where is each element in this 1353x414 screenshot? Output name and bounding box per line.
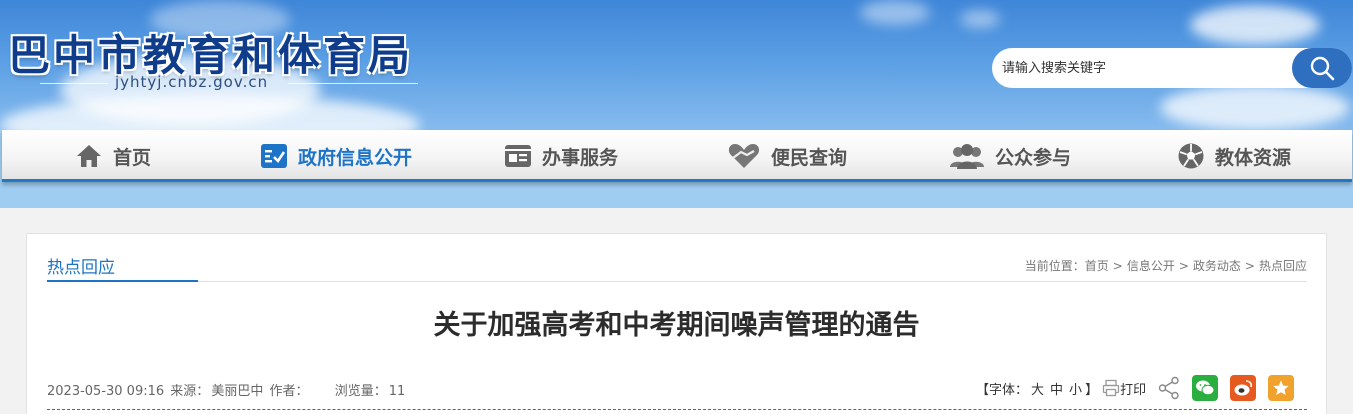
section-header: 热点回应 当前位置：首页 > 信息公开 > 政务动态 > 热点回应 [47,250,1307,282]
wechat-icon [1196,380,1215,396]
nav-item-home[interactable]: 首页 [75,130,151,182]
article-title: 关于加强高考和中考期间噪声管理的通告 [433,310,920,341]
nav-item-resources[interactable]: 教体资源 [1177,130,1291,182]
football-icon [1178,143,1204,169]
meta-divider [47,409,1307,410]
search-button[interactable] [1292,48,1352,88]
favorite-star-icon [1273,380,1289,395]
section-title[interactable]: 热点回应 [47,253,115,278]
breadcrumb-separator: > [1178,259,1189,273]
article-tools: 【字体： 大 中 小 】 打印 [976,375,1295,401]
breadcrumb-separator: > [1244,259,1255,273]
print-button[interactable]: 打印 [1102,379,1146,398]
views-count: 11 [388,384,406,399]
share-wechat-button[interactable] [1192,375,1219,401]
breadcrumb-prefix: 当前位置： [1024,259,1085,273]
nav-item-public-query[interactable]: 便民查询 [727,130,847,182]
font-size-small[interactable]: 小 [1069,379,1082,398]
views-label: 浏览量： [334,384,387,399]
breadcrumb-gov-news[interactable]: 政务动态 [1193,259,1241,273]
nav-item-gov-info[interactable]: 政府信息公开 [260,130,412,182]
home-icon [77,145,101,167]
header-banner: 巴中市教育和体育局 jyhtyj.cnbz.gov.cn [0,0,1353,130]
checklist-icon [261,144,287,168]
breadcrumb-hot-response[interactable]: 热点回应 [1259,259,1307,273]
nav-area: 首页 政府信息公开 办事服务 便民查询 公众参与 教体资源 [0,130,1353,208]
nav-label-participation: 公众参与 [995,146,1072,169]
section-title-underline [47,280,198,282]
print-label: 打印 [1120,382,1147,398]
article-source: 美丽巴中 [211,384,264,399]
nav-label-public-query: 便民查询 [771,146,848,169]
id-card-icon [505,145,531,167]
author-label: 作者： [269,384,309,399]
breadcrumb: 当前位置：首页 > 信息公开 > 政务动态 > 热点回应 [1025,257,1307,274]
font-size-label-open: 【字体： [976,382,1029,398]
font-size-label-close: 】 [1085,382,1099,398]
site-url: jyhtyj.cnbz.gov.cn [115,73,269,91]
nav-label-resources: 教体资源 [1215,146,1292,169]
people-icon [950,144,984,169]
article-meta: 2023-05-30 09:16 来源： 美丽巴中 作者： 浏览量： 11 [47,380,407,399]
share-icon [1158,376,1179,400]
breadcrumb-home[interactable]: 首页 [1085,259,1109,273]
nav-label-home: 首页 [113,146,152,169]
breadcrumb-separator: > [1112,259,1123,273]
site-url-block: jyhtyj.cnbz.gov.cn [40,72,420,94]
breadcrumb-info-public[interactable]: 信息公开 [1127,259,1175,273]
font-size-large[interactable]: 大 [1031,379,1044,398]
nav-label-gov-info: 政府信息公开 [298,146,413,169]
source-label: 来源： [170,384,210,399]
favorite-button[interactable] [1268,375,1295,401]
font-size-medium[interactable]: 中 [1050,379,1063,398]
nav-label-services: 办事服务 [542,146,619,169]
search-box [992,48,1352,88]
nav-item-services[interactable]: 办事服务 [504,130,618,182]
article-date: 2023-05-30 09:16 [47,384,165,399]
search-input[interactable] [1002,56,1282,80]
share-weibo-button[interactable] [1230,375,1257,401]
printer-icon [1102,379,1120,397]
weibo-icon [1234,380,1253,396]
search-icon [1310,56,1335,81]
main-nav: 首页 政府信息公开 办事服务 便民查询 公众参与 教体资源 [2,130,1352,182]
nav-item-participation[interactable]: 公众参与 [949,130,1071,182]
heart-hand-icon [728,144,760,168]
share-button[interactable] [1158,376,1180,400]
